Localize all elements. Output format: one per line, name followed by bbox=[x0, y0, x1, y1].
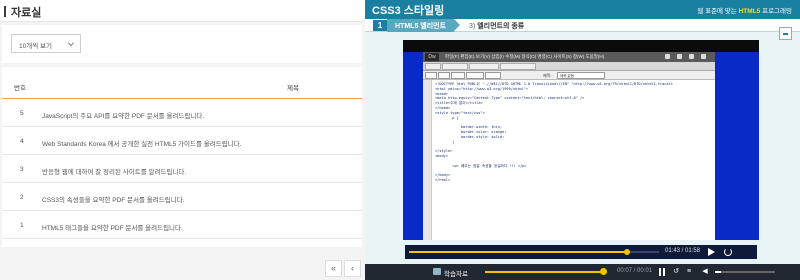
filter-area: 10개씩 보기 bbox=[2, 25, 362, 63]
first-page-button[interactable]: « bbox=[325, 260, 342, 277]
inspect-button bbox=[485, 72, 501, 79]
page-size-select[interactable]: 10개씩 보기 bbox=[11, 34, 81, 53]
video-right-panel bbox=[715, 52, 759, 240]
menu-icon[interactable]: ≡ bbox=[685, 268, 693, 276]
row-number: 3 bbox=[20, 166, 24, 173]
course-title: CSS3 스타일링 bbox=[372, 5, 445, 17]
video-frame[interactable]: Dw 파일(F) 편집(E) 보기(V) 삽입(I) 수정(M) 형식(O) 명… bbox=[403, 40, 759, 240]
panel-title: 자료실 bbox=[11, 7, 42, 19]
editor-gutter bbox=[423, 80, 432, 240]
row-number: 1 bbox=[20, 222, 24, 229]
video-seek-handle[interactable] bbox=[623, 249, 630, 255]
chapter-bar: 1 HTML5 엘리먼트 3) 엘리먼트의 종류 bbox=[365, 19, 800, 32]
section-number: 3) bbox=[469, 23, 476, 30]
view-design-button bbox=[451, 72, 465, 79]
play-icon[interactable] bbox=[708, 248, 715, 256]
page-size-value: 10개씩 보기 bbox=[19, 43, 52, 50]
lesson-progress-handle[interactable] bbox=[599, 268, 607, 275]
chevron-down-icon bbox=[68, 40, 74, 46]
editor-tab bbox=[442, 63, 468, 70]
row-number: 2 bbox=[20, 194, 24, 201]
tagline-prefix: 웹 표준에 맞는 bbox=[697, 8, 739, 15]
header-accent-bar bbox=[4, 6, 6, 17]
editor-tabs bbox=[423, 62, 715, 71]
course-tagline: 웹 표준에 맞는 HTML5 프로그래밍 bbox=[697, 5, 792, 15]
editor-tab bbox=[500, 63, 536, 70]
lecture-player: CSS3 스타일링 웹 표준에 맞는 HTML5 프로그래밍 1 HTML5 엘… bbox=[365, 0, 800, 280]
editor-tab bbox=[469, 63, 499, 70]
volume-level bbox=[715, 271, 721, 273]
restart-icon[interactable]: ↺ bbox=[672, 268, 680, 276]
volume-track[interactable] bbox=[715, 271, 775, 273]
chapter-number: 1 bbox=[373, 20, 387, 31]
row-title[interactable]: 반응형 웹에 대하여 잘 정리된 사이트를 알려드립니다. bbox=[42, 166, 186, 176]
chapter-title: HTML5 엘리먼트 bbox=[387, 19, 461, 32]
resource-panel: 자료실 10개씩 보기 번호 제목 5 JavaScript의 주요 API를 … bbox=[0, 0, 365, 280]
player-title-bar: CSS3 스타일링 웹 표준에 맞는 HTML5 프로그래밍 bbox=[365, 0, 800, 19]
learning-material-button[interactable]: 학습자료 bbox=[444, 268, 468, 278]
editor-menu-items: 파일(F) 편집(E) 보기(V) 삽입(I) 수정(M) 형식(O) 명령(C… bbox=[445, 54, 605, 59]
doc-title-field: 제목 없음 bbox=[557, 72, 605, 79]
collapse-button[interactable] bbox=[779, 27, 792, 40]
section-label: 엘리먼트의 종류 bbox=[477, 23, 525, 30]
window-icon bbox=[701, 54, 706, 59]
lesson-progress-fill bbox=[485, 271, 603, 273]
video-left-panel bbox=[403, 52, 423, 240]
list-row[interactable]: 2 CSS3의 속성들을 요약한 PDF 문서를 올려드립니다. bbox=[2, 184, 362, 211]
row-title[interactable]: CSS3의 속성들을 요약한 PDF 문서를 올려드립니다. bbox=[42, 194, 184, 204]
editor-toolbar: 제목: 제목 없음 bbox=[423, 71, 715, 80]
editor-menu-bar: Dw 파일(F) 편집(E) 보기(V) 삽입(I) 수정(M) 형식(O) 명… bbox=[423, 52, 715, 62]
video-time: 01:43 / 01:58 bbox=[665, 248, 701, 254]
lesson-time: 00:07 / 00:01 bbox=[617, 268, 653, 274]
video-seek-progress bbox=[409, 251, 627, 253]
panel-header: 자료실 bbox=[0, 0, 365, 22]
tagline-suffix: 프로그래밍 bbox=[760, 8, 792, 15]
live-view-button bbox=[466, 72, 484, 79]
row-title[interactable]: Web Standards Korea 에서 공개한 실전 HTML5 가이드를… bbox=[42, 138, 241, 148]
editor-tab bbox=[425, 63, 441, 70]
resource-list: 번호 제목 5 JavaScript의 주요 API를 요약한 PDF 문서를 … bbox=[2, 67, 362, 247]
doc-title-label: 제목: bbox=[543, 73, 552, 78]
row-number: 4 bbox=[20, 138, 24, 145]
video-controls: 01:43 / 01:58 bbox=[405, 245, 757, 259]
settings-icon bbox=[677, 54, 682, 59]
tagline-highlight: HTML5 bbox=[738, 8, 761, 15]
editor-screenshot: Dw 파일(F) 편집(E) 보기(V) 삽입(I) 수정(M) 형식(O) 명… bbox=[423, 52, 715, 240]
dreamweaver-logo: Dw bbox=[425, 53, 439, 61]
editor-body: <!DOCTYPE html PUBLIC "-//W3C//DTD XHTML… bbox=[423, 80, 715, 240]
row-number: 5 bbox=[20, 110, 24, 117]
row-title[interactable]: HTML5 태그들을 요약한 PDF 문서를 올려드립니다. bbox=[42, 222, 183, 232]
learning-material-icon[interactable] bbox=[433, 268, 441, 275]
view-split-button bbox=[438, 72, 450, 79]
player-bottom-bar: 학습자료 00:07 / 00:01 ↺ ≡ ◀ bbox=[365, 264, 800, 280]
list-row[interactable]: 1 HTML5 태그들을 요약한 PDF 문서를 올려드립니다. bbox=[2, 212, 362, 239]
code-view: <!DOCTYPE html PUBLIC "-//W3C//DTD XHTML… bbox=[435, 82, 673, 182]
list-row[interactable]: 5 JavaScript의 주요 API를 요약한 PDF 문서를 올려드립니다… bbox=[2, 100, 362, 127]
screen: 자료실 10개씩 보기 번호 제목 5 JavaScript의 주요 API를 … bbox=[0, 0, 800, 280]
list-header: 번호 제목 bbox=[2, 67, 362, 99]
column-header-no: 번호 bbox=[14, 85, 26, 92]
layout-icon bbox=[665, 54, 670, 59]
replay-icon[interactable] bbox=[724, 248, 732, 256]
volume-icon[interactable]: ◀ bbox=[701, 268, 709, 276]
prev-page-button[interactable]: ‹ bbox=[344, 260, 361, 277]
row-title[interactable]: JavaScript의 주요 API를 요약한 PDF 문서를 올려드립니다. bbox=[42, 110, 204, 120]
list-row[interactable]: 3 반응형 웹에 대하여 잘 정리된 사이트를 알려드립니다. bbox=[2, 156, 362, 183]
extend-icon bbox=[689, 54, 694, 59]
pause-icon[interactable] bbox=[659, 268, 665, 276]
view-code-button bbox=[425, 72, 437, 79]
list-row[interactable]: 4 Web Standards Korea 에서 공개한 실전 HTML5 가이… bbox=[2, 128, 362, 155]
column-header-title: 제목 bbox=[287, 85, 299, 92]
section-title: 3) 엘리먼트의 종류 bbox=[469, 21, 524, 31]
